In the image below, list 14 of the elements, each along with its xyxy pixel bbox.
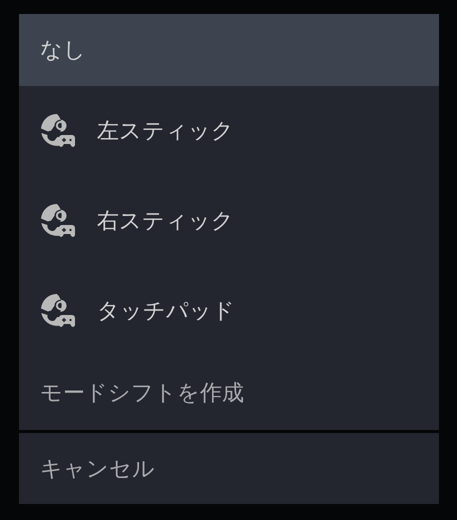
cancel-button[interactable]: キャンセル	[19, 433, 439, 504]
menu-item-label: タッチパッド	[97, 298, 235, 326]
menu-item-label: 右スティック	[97, 208, 234, 236]
menu-item[interactable]: モードシフトを作成	[19, 356, 439, 430]
menu-item-label: なし	[40, 37, 86, 65]
menu-item-label: 左スティック	[97, 118, 234, 146]
menu-item[interactable]: 左スティック	[19, 86, 439, 176]
menu-item-label: モードシフトを作成	[40, 380, 244, 408]
controller-icon	[40, 203, 76, 239]
controller-icon	[40, 293, 76, 329]
controller-icon	[40, 113, 76, 149]
menu-item[interactable]: なし	[19, 14, 439, 86]
menu-item[interactable]: 右スティック	[19, 176, 439, 266]
menu-item[interactable]: タッチパッド	[19, 266, 439, 356]
